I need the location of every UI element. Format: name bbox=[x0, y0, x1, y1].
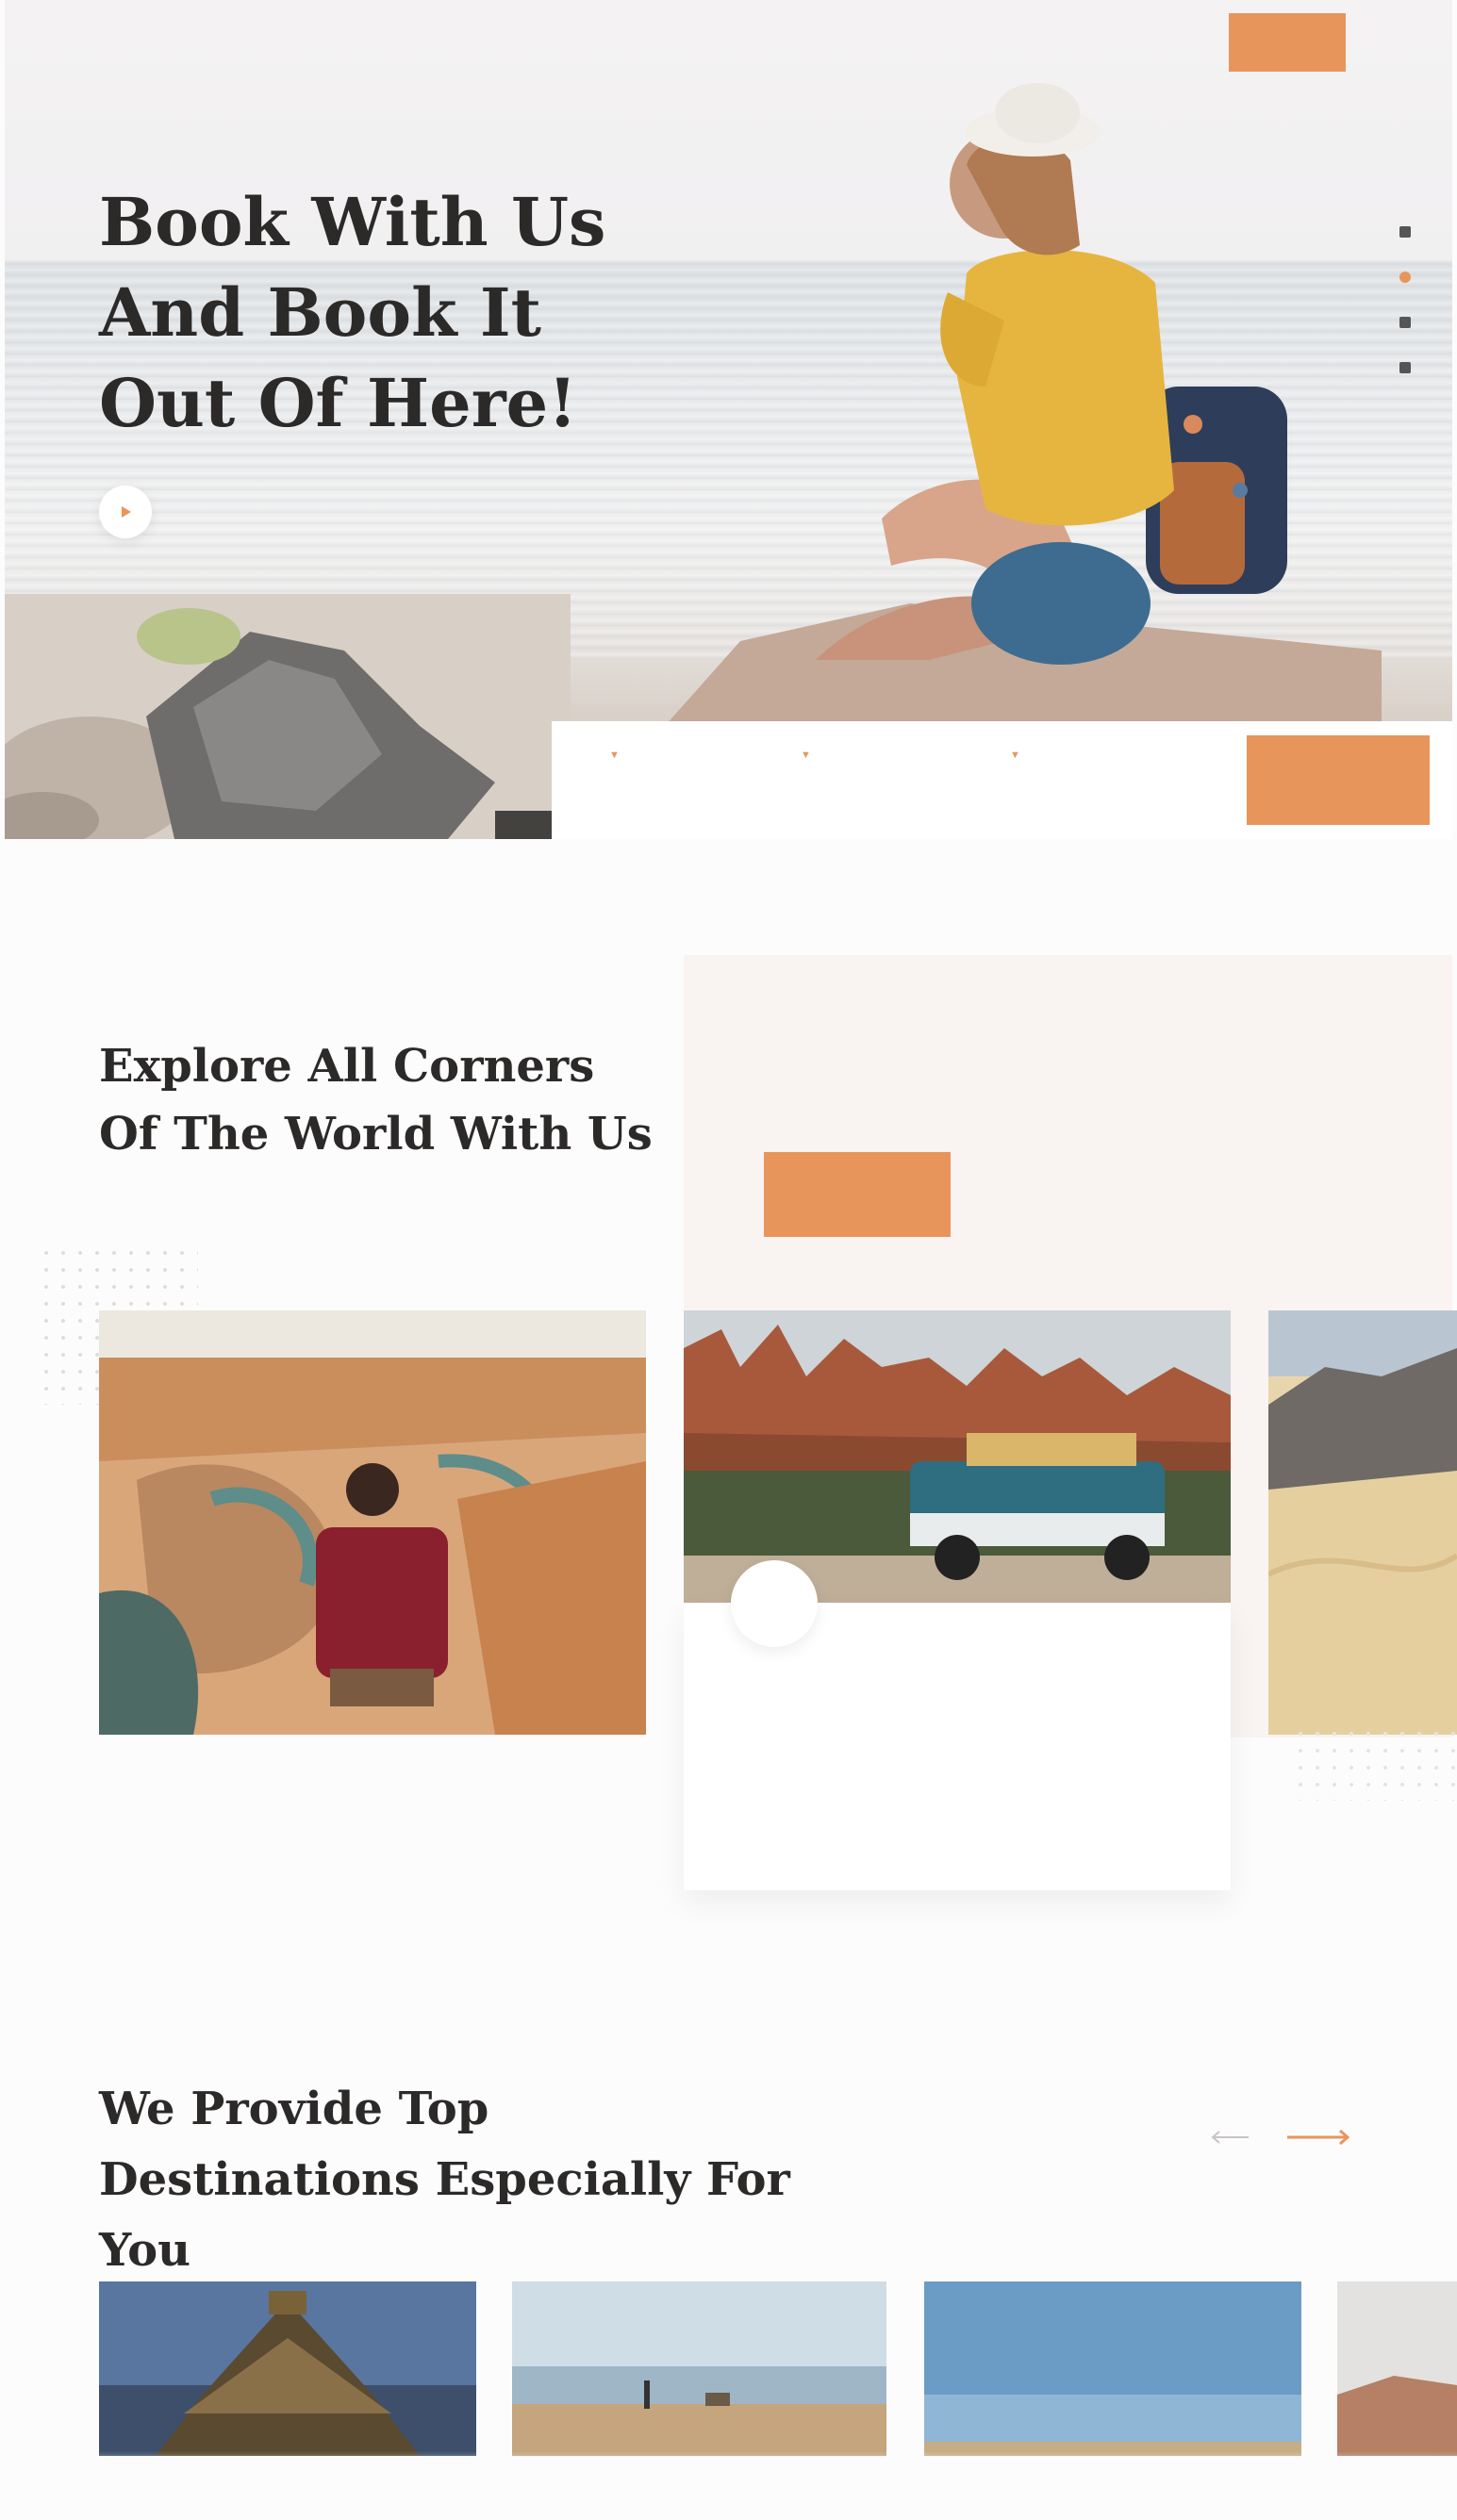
social-icon[interactable] bbox=[1399, 317, 1411, 328]
price-field[interactable]: ▼ bbox=[1004, 749, 1020, 774]
carousel-prev-button[interactable] bbox=[1207, 2123, 1254, 2151]
search-button[interactable] bbox=[1247, 735, 1430, 825]
location-field[interactable]: ▼ bbox=[604, 749, 620, 774]
desert-photo[interactable] bbox=[1268, 1310, 1457, 1735]
play-video-button[interactable] bbox=[99, 486, 152, 538]
social-icon[interactable] bbox=[1399, 362, 1411, 373]
chevron-down-icon: ▼ bbox=[609, 749, 620, 761]
destination-image-coast[interactable] bbox=[924, 2281, 1301, 2456]
destination-image-desert[interactable] bbox=[1337, 2281, 1457, 2456]
social-icon[interactable] bbox=[1399, 272, 1411, 283]
card-badge bbox=[731, 1560, 818, 1647]
page-fade bbox=[0, 2451, 1457, 2520]
date-field[interactable]: ▼ bbox=[795, 749, 811, 774]
learn-more-button[interactable] bbox=[764, 1152, 951, 1237]
hero-traveler-image bbox=[665, 83, 1382, 726]
destination-image-beach[interactable] bbox=[512, 2281, 886, 2456]
destinations-title: We Provide Top Destinations Especially F… bbox=[99, 2083, 790, 2277]
play-icon bbox=[122, 506, 131, 518]
chevron-down-icon: ▼ bbox=[801, 749, 811, 761]
social-icon[interactable] bbox=[1399, 226, 1411, 238]
hero-rocks-image bbox=[5, 594, 571, 839]
top-navigation bbox=[0, 0, 1457, 94]
destination-image-temple[interactable] bbox=[99, 2281, 476, 2456]
decorative-dots bbox=[1292, 1725, 1457, 1801]
about-title: Explore All Corners Of The World With Us bbox=[99, 1040, 653, 1161]
arrow-left-icon bbox=[1211, 2131, 1249, 2144]
chevron-down-icon: ▼ bbox=[1010, 749, 1020, 761]
canyon-photo[interactable] bbox=[99, 1310, 646, 1735]
carousel-next-button[interactable] bbox=[1284, 2123, 1350, 2151]
jeep-photo[interactable] bbox=[684, 1310, 1231, 1603]
social-links bbox=[1391, 226, 1419, 373]
hero-title: Book With Us And Book It Out Of Here! bbox=[99, 183, 606, 442]
arrow-right-icon bbox=[1287, 2130, 1349, 2145]
booking-search-bar: ▼ ▼ ▼ bbox=[552, 721, 1452, 839]
login-button[interactable] bbox=[1229, 13, 1346, 72]
